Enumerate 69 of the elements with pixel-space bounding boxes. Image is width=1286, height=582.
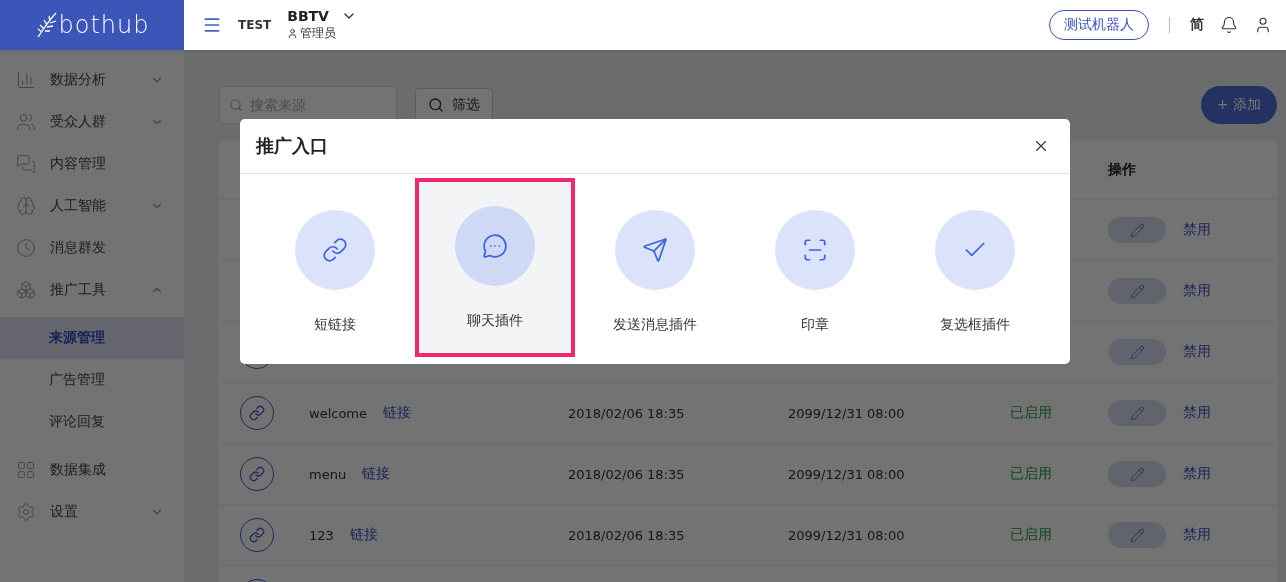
sidebar-item[interactable]: 数据分析 [0, 59, 184, 101]
name-cell: 123 [309, 527, 334, 543]
add-button[interactable]: + 添加 [1200, 86, 1277, 124]
bar-chart-icon [16, 70, 36, 90]
sidebar-item[interactable]: 数据集成 [0, 449, 184, 491]
edit-button[interactable] [1108, 339, 1166, 365]
sidebar-item[interactable]: 人工智能 [0, 185, 184, 227]
sidebar-subitem[interactable]: 广告管理 [0, 359, 184, 401]
menu-icon[interactable] [202, 15, 222, 35]
expiry-cell: 2099/12/31 08:00 [788, 405, 905, 421]
link[interactable]: 链接 [383, 404, 411, 422]
sidebar-item[interactable]: 推广工具 [0, 269, 184, 311]
disable-link[interactable]: 禁用 [1183, 526, 1211, 544]
disable-link[interactable]: 禁用 [1183, 465, 1211, 483]
pencil-icon [1129, 283, 1145, 299]
disable-link[interactable]: 禁用 [1183, 221, 1211, 239]
language-button[interactable]: 简 [1190, 16, 1204, 34]
column-header: 操作 [1108, 161, 1137, 179]
dialog-title: 推广入口 [256, 134, 328, 158]
status-cell: 已启用 [1010, 526, 1052, 542]
grid-icon [16, 460, 36, 480]
expiry-cell: 2099/12/31 08:00 [788, 466, 905, 482]
option-tile[interactable]: 聊天插件 [415, 178, 575, 357]
status-cell: 已启用 [1010, 465, 1052, 481]
disable-link[interactable]: 禁用 [1183, 404, 1211, 422]
created-cell: 2018/02/06 18:35 [568, 405, 685, 421]
sidebar-item[interactable]: 消息群发 [0, 227, 184, 269]
test-robot-button[interactable]: 测试机器人 [1049, 10, 1149, 40]
link[interactable]: 链接 [349, 526, 378, 544]
pencil-icon [1129, 527, 1145, 543]
settings-icon [16, 502, 36, 522]
edit-button[interactable] [1108, 278, 1166, 304]
created-cell: 2018/02/06 18:35 [568, 466, 685, 482]
sidebar-subitem[interactable]: 评论回复 [0, 401, 184, 443]
users-icon [16, 112, 36, 132]
status-cell: 已启用 [1010, 404, 1052, 420]
logo-text: bothub [58, 11, 150, 39]
edit-button[interactable] [1108, 522, 1166, 548]
pencil-icon [1129, 405, 1145, 421]
link[interactable]: 链接 [362, 465, 391, 483]
pencil-icon [1129, 466, 1145, 482]
sidebar-item[interactable]: 受众人群 [0, 101, 184, 143]
role-label: 管理员 [300, 25, 337, 42]
org-label: TEST [238, 18, 272, 32]
created-cell: 2018/02/06 18:35 [568, 527, 685, 543]
sidebar-item[interactable]: 设置 [0, 491, 184, 533]
account-name: BBTV [287, 8, 329, 24]
disable-link[interactable]: 禁用 [1183, 343, 1211, 361]
pencil-icon [1129, 344, 1145, 360]
bell-icon[interactable] [1220, 16, 1238, 34]
boxes-icon [16, 280, 36, 300]
sidebar-subitem[interactable]: 来源管理 [0, 317, 184, 359]
edit-button[interactable] [1108, 461, 1166, 487]
search-icon [229, 98, 243, 112]
sidebar-item[interactable]: 内容管理 [0, 143, 184, 185]
user-icon[interactable] [1254, 16, 1272, 34]
edit-button[interactable] [1108, 400, 1166, 426]
user-icon [287, 28, 299, 39]
disable-link[interactable]: 禁用 [1183, 282, 1211, 300]
chat-bubbles-icon [16, 154, 36, 174]
name-cell: menu [309, 466, 347, 482]
expiry-cell: 2099/12/31 08:00 [788, 527, 905, 543]
search-icon [428, 97, 444, 113]
edit-button[interactable] [1108, 217, 1166, 243]
clock-icon [16, 238, 36, 258]
pencil-icon [1129, 222, 1145, 238]
name-cell: welcome [309, 405, 367, 421]
filter-button[interactable]: 筛选 [415, 88, 493, 122]
brain-icon [16, 196, 36, 216]
